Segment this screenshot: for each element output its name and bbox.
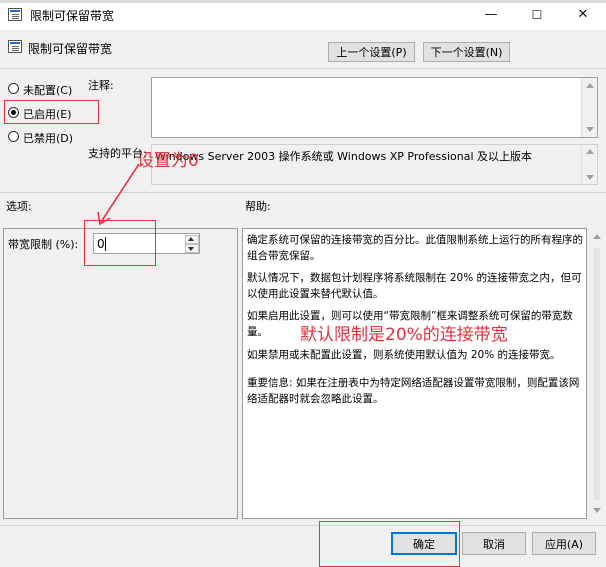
bandwidth-limit-label: 带宽限制 (%):: [8, 238, 79, 251]
annotation-default-limit: 默认限制是20%的连接带宽: [300, 325, 508, 345]
help-paragraph: 如果禁用或未配置此设置，则系统使用默认值为 20% 的连接带宽。: [247, 349, 561, 361]
scroll-up-icon[interactable]: [586, 83, 594, 88]
supported-scrollbar[interactable]: [581, 145, 597, 184]
spin-down-button[interactable]: [185, 244, 199, 253]
scroll-up-icon[interactable]: [593, 234, 601, 239]
help-label: 帮助:: [245, 200, 271, 213]
help-scrollbar[interactable]: [589, 228, 606, 519]
radio-circle[interactable]: [8, 131, 19, 142]
annotation-set-zero: 设置为0: [137, 151, 199, 171]
apply-button[interactable]: 应用(A): [532, 532, 596, 555]
help-paragraph: 默认情况下，数据包计划程序将系统限制在 20% 的连接带宽之内，但可以使用此设置…: [247, 272, 582, 300]
radio-label: 未配置(C): [23, 84, 73, 97]
radio-circle[interactable]: [8, 83, 19, 94]
help-panel: 确定系统可保留的连接带宽的百分比。此值限制系统上运行的所有程序的组合带宽保留。 …: [242, 228, 587, 519]
spin-down-icon: [188, 247, 194, 251]
cancel-button[interactable]: 取消: [462, 532, 526, 555]
footer-separator: [0, 525, 606, 526]
comment-scrollbar[interactable]: [581, 78, 597, 137]
radio-disabled[interactable]: 已禁用(D): [8, 130, 78, 145]
annotation-box-enabled: [4, 100, 99, 124]
comment-textbox[interactable]: [151, 77, 598, 138]
scroll-down-icon[interactable]: [586, 127, 594, 132]
title-bar[interactable]: 限制可保留带宽 — ☐ ✕: [0, 3, 606, 30]
header-separator: [0, 68, 606, 69]
spin-up-button[interactable]: [185, 235, 199, 244]
setting-icon: [8, 40, 22, 53]
help-paragraph: 重要信息: 如果在注册表中为特定网络适配器设置带宽限制，则配置该网络适配器时就会…: [247, 377, 580, 405]
minimize-button[interactable]: —: [468, 0, 514, 30]
scroll-down-icon[interactable]: [593, 508, 601, 513]
setting-name: 限制可保留带宽: [28, 42, 113, 56]
radio-not-configured[interactable]: 未配置(C): [8, 82, 78, 97]
supported-text: Windows Server 2003 操作系统或 Windows XP Pro…: [155, 150, 533, 163]
next-setting-button[interactable]: 下一个设置(N): [423, 42, 510, 62]
window-title: 限制可保留带宽: [30, 9, 115, 23]
close-button[interactable]: ✕: [560, 0, 606, 30]
spin-up-icon: [188, 237, 194, 241]
radio-label: 已禁用(D): [23, 132, 74, 145]
supported-textbox: Windows Server 2003 操作系统或 Windows XP Pro…: [151, 144, 598, 185]
policy-icon: [8, 8, 22, 21]
section-separator: [0, 192, 606, 193]
options-label: 选项:: [6, 200, 32, 213]
help-paragraph: 确定系统可保留的连接带宽的百分比。此值限制系统上运行的所有程序的组合带宽保留。: [247, 234, 583, 262]
maximize-button[interactable]: ☐: [514, 0, 560, 30]
options-panel: 带宽限制 (%): 0: [3, 228, 238, 519]
comment-label: 注释:: [88, 79, 114, 92]
annotation-box-ok: [319, 521, 460, 567]
scroll-up-icon[interactable]: [586, 149, 594, 154]
previous-setting-button[interactable]: 上一个设置(P): [328, 42, 415, 62]
scroll-track[interactable]: [594, 248, 600, 500]
scroll-down-icon[interactable]: [586, 175, 594, 180]
